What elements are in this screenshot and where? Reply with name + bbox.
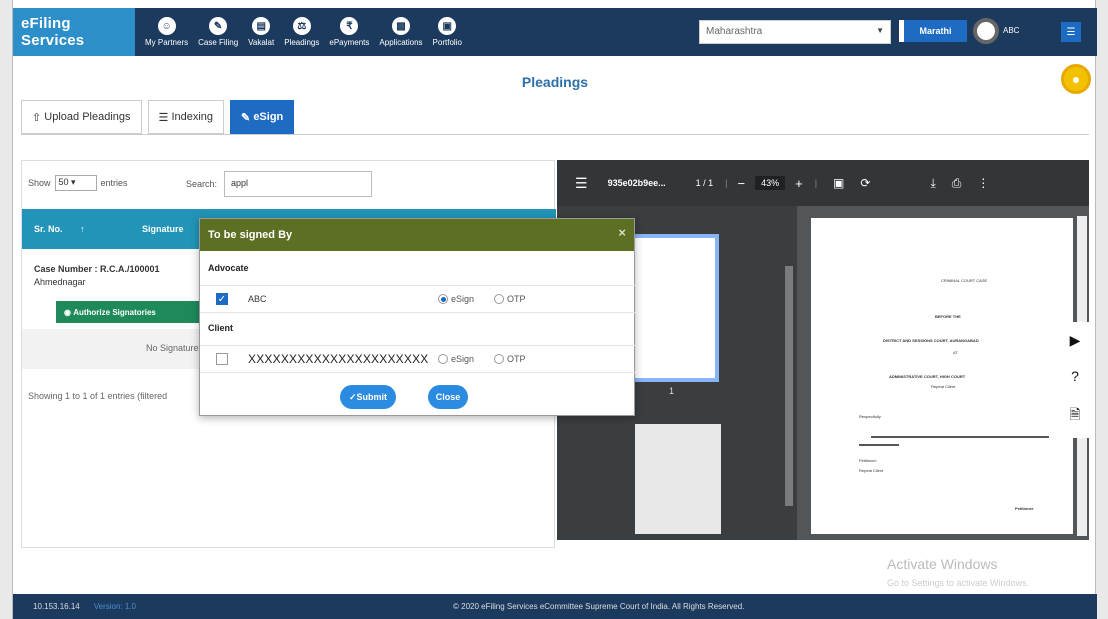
zoom-out-icon[interactable]: − (737, 176, 745, 191)
client-checkbox[interactable] (216, 353, 228, 365)
advocate-label: Advocate (208, 263, 249, 273)
client-esign-radio[interactable] (438, 354, 448, 364)
tab-upload-pleadings[interactable]: ⇧ Upload Pleadings (21, 100, 142, 134)
footer-version: Version: 1.0 (93, 602, 136, 611)
more-icon[interactable]: ⋮ (977, 176, 989, 190)
nav-pleadings[interactable]: ⚖ Pleadings (284, 8, 319, 56)
advocate-checkbox[interactable]: ✓ (216, 293, 228, 305)
search-label: Search: (186, 179, 218, 189)
zoom-value[interactable]: 43% (755, 176, 786, 190)
menu-icon[interactable]: ☰ (575, 175, 588, 192)
pdf-file-name: 935e02b9ee... (607, 178, 666, 188)
list-icon: ☰ (158, 111, 172, 124)
scrollbar[interactable] (785, 266, 793, 506)
user-name[interactable]: ABC (1003, 26, 1019, 35)
client-otp-radio[interactable] (494, 354, 505, 364)
file-icon: ▩ (391, 17, 410, 35)
nav-applications[interactable]: ▩ Applications (379, 8, 423, 56)
submit-button[interactable]: ✓ Submit (340, 385, 396, 409)
lightbulb-icon[interactable]: ● (1061, 64, 1091, 94)
avatar[interactable] (973, 18, 999, 44)
advocate-esign-radio[interactable] (438, 294, 448, 304)
pdf-toolbar: ☰ 935e02b9ee... 1 / 1 | − 43% + | ▣ ⟳ ⤓ … (557, 160, 1089, 206)
zoom-in-icon[interactable]: + (795, 176, 803, 191)
briefcase-icon: ▣ (438, 17, 457, 35)
advocate-otp-radio[interactable] (494, 294, 505, 304)
footer-copyright: © 2020 eFiling Services eCommittee Supre… (453, 602, 745, 611)
top-nav: eFiling Services ☺ My Partners ✎ Case Fi… (13, 8, 1097, 56)
language-button[interactable]: Marathi (899, 20, 967, 42)
close-button[interactable]: Close (428, 385, 468, 409)
upload-icon: ⇧ (32, 111, 45, 124)
tab-bar: ⇧ Upload Pleadings ☰ Indexing ✎ eSign (21, 100, 300, 134)
footer: 10.153.16.14 Version: 1.0 © 2020 eFiling… (13, 594, 1097, 619)
advocate-name: ABC (248, 294, 267, 304)
activation-watermark: Activate Windows (887, 556, 998, 572)
client-label: Client (208, 323, 234, 333)
modal-title: To be signed By × (200, 219, 634, 251)
brand-logo[interactable]: eFiling Services (13, 8, 135, 56)
shield-icon: ◉ (64, 307, 74, 317)
nav-my-partners[interactable]: ☺ My Partners (145, 8, 188, 56)
page-thumbnail[interactable] (631, 234, 719, 382)
showing-info: Showing 1 to 1 of 1 entries (filtered (28, 391, 168, 401)
user-sign-icon: ✎ (241, 111, 254, 124)
fit-page-icon[interactable]: ▣ (833, 176, 844, 190)
tab-esign[interactable]: ✎ eSign (230, 100, 295, 134)
nav-epayments[interactable]: ₹ ePayments (329, 8, 369, 56)
footer-ip: 10.153.16.14 (33, 602, 80, 611)
pdf-file-icon[interactable]: 🗎 (1069, 404, 1080, 428)
case-info: Case Number : R.C.A./100001 Ahmednagar (34, 264, 160, 287)
page-thumbnail[interactable] (635, 424, 721, 534)
user-icon: ☺ (157, 17, 176, 35)
divider (21, 134, 1089, 135)
pdf-viewer: ☰ 935e02b9ee... 1 / 1 | − 43% + | ▣ ⟳ ⤓ … (557, 160, 1089, 540)
rupee-icon: ₹ (340, 17, 359, 35)
menu-icon[interactable]: ☰ (1061, 22, 1081, 42)
scale-icon: ⚖ (292, 17, 311, 35)
authorize-signatories-button[interactable]: ◉ Authorize Signatories (56, 301, 206, 323)
show-entries: Show 50 ▾ entries (28, 175, 128, 191)
nav-case-filing[interactable]: ✎ Case Filing (198, 8, 238, 56)
app-frame: eFiling Services ☺ My Partners ✎ Case Fi… (12, 0, 1097, 619)
client-name: XXXXXXXXXXXXXXXXXXXXXX (248, 352, 429, 366)
search-input[interactable]: appl (224, 171, 372, 197)
page-title: Pleadings (521, 74, 589, 90)
pdf-page-indicator[interactable]: 1 / 1 (696, 178, 714, 188)
download-icon[interactable]: ⤓ (930, 176, 935, 191)
pencil-icon: ✎ (209, 17, 228, 35)
tab-indexing[interactable]: ☰ Indexing (147, 100, 225, 134)
col-sno[interactable]: Sr. No. ↑ (22, 224, 132, 234)
rotate-icon[interactable]: ⟳ (860, 176, 870, 190)
activation-watermark-hint: Go to Settings to activate Windows. (887, 578, 1030, 588)
close-icon[interactable]: × (618, 225, 626, 240)
thumbnail-number: 1 (669, 386, 675, 396)
chevron-down-icon: ▼ (876, 26, 884, 35)
nav-portfolio[interactable]: ▣ Portfolio (433, 8, 462, 56)
print-icon[interactable]: ⎙ (952, 176, 962, 191)
nav-vakalat[interactable]: ▤ Vakalat (248, 8, 274, 56)
client-row: XXXXXXXXXXXXXXXXXXXXXX eSign OTP (200, 345, 636, 373)
advocate-row: ✓ ABC eSign OTP (200, 285, 636, 313)
check-icon: ✓ (348, 391, 357, 402)
state-select[interactable]: Maharashtra ▼ (699, 20, 891, 44)
document-icon: ▤ (252, 17, 271, 35)
signers-modal: To be signed By × Advocate ✓ ABC eSign O… (199, 218, 636, 416)
entries-select[interactable]: 50 ▾ (54, 175, 97, 191)
play-icon[interactable]: ▶ (1070, 332, 1081, 349)
pdf-page: CRIMINAL COURT CASE BEFORE THE DISTRICT … (811, 218, 1073, 534)
side-toolbar: ▶ ? 🗎 (1060, 322, 1090, 438)
help-icon[interactable]: ? (1071, 368, 1079, 384)
